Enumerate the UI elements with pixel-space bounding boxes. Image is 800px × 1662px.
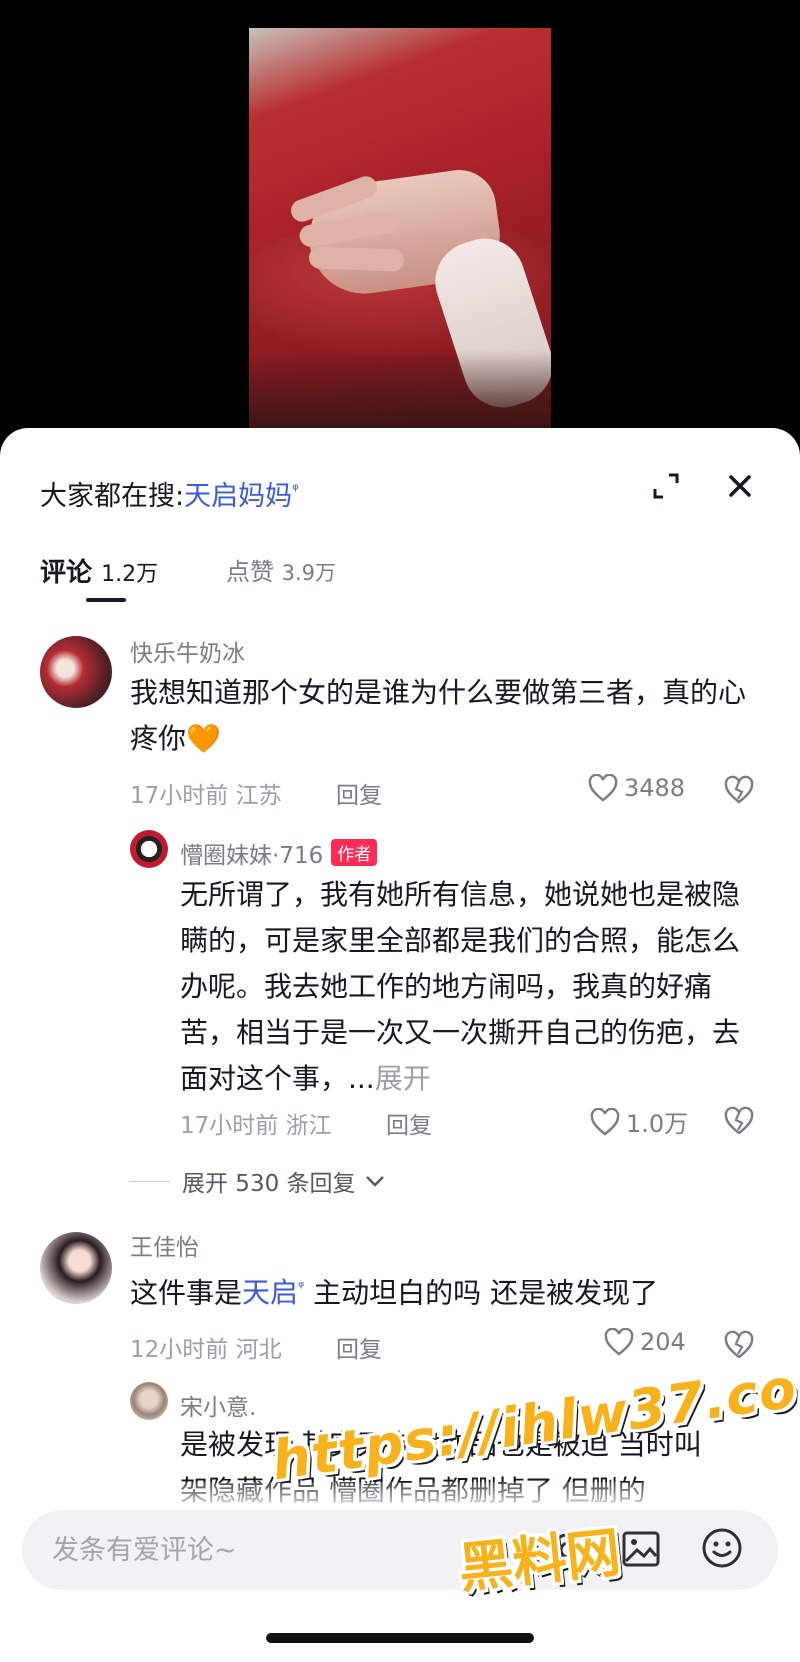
image-icon[interactable] [620, 1528, 662, 1570]
avatar[interactable] [40, 636, 112, 708]
emoji-icon[interactable] [700, 1526, 744, 1570]
avatar[interactable] [40, 1232, 112, 1304]
dislike-icon[interactable] [724, 775, 754, 805]
close-icon[interactable] [724, 470, 756, 502]
comment-text-after: 主动坦白的吗 还是被发现了 [313, 1276, 659, 1310]
comment-text-before: 这件事是 [130, 1276, 243, 1310]
comment-username[interactable]: 快乐牛奶冰 [130, 634, 245, 668]
like-button[interactable]: 1.0万 [590, 1104, 688, 1139]
search-mark-icon: ᵠ [292, 480, 299, 499]
expand-replies-button[interactable]: 展开 530 条回复 [130, 1164, 386, 1198]
tab-likes[interactable]: 点赞 3.9万 [226, 552, 336, 587]
comment-text: 这件事是天启ᵠ 主动坦白的吗 还是被发现了 [130, 1264, 750, 1316]
trending-prefix: 大家都在搜: [40, 481, 185, 512]
tab-active-underline [86, 598, 126, 602]
comment-text: 我想知道那个女的是谁为什么要做第三者，真的心疼你🧡 [130, 670, 750, 762]
tab-comments-label: 评论 [40, 558, 93, 588]
trending-keyword[interactable]: 天启妈妈 [184, 481, 292, 512]
reply-button[interactable]: 回复 [386, 1106, 432, 1140]
like-count: 204 [640, 1328, 686, 1356]
tab-likes-count: 3.9万 [281, 561, 337, 585]
heart-emoji-icon: 🧡 [186, 722, 221, 755]
reply-button[interactable]: 回复 [336, 1330, 382, 1364]
search-mark-icon: ᵠ [298, 1278, 305, 1296]
trending-search[interactable]: 大家都在搜:天启妈妈ᵠ [40, 474, 299, 513]
expand-replies-label: 展开 530 条回复 [182, 1171, 356, 1197]
dislike-icon[interactable] [724, 1106, 754, 1136]
like-button[interactable]: 3488 [588, 774, 685, 802]
like-button[interactable]: 204 [604, 1328, 686, 1356]
scroll-fade [0, 1482, 800, 1512]
reply-text-body: 无所谓了，我有她所有信息，她说她也是被隐瞒的，可是家里全部都是我们的合照，能怎么… [180, 878, 741, 1095]
comment-meta: 12小时前 河北 [130, 1337, 282, 1363]
expand-icon[interactable] [650, 470, 682, 502]
heart-outline-icon [590, 1107, 620, 1136]
video-shadow [249, 350, 551, 430]
reply-text: 无所谓了，我有她所有信息，她说她也是被隐瞒的，可是家里全部都是我们的合照，能怎么… [180, 872, 740, 1102]
comment-input-bar[interactable] [22, 1510, 778, 1590]
tab-comments[interactable]: 评论 1.2万 [40, 552, 158, 589]
home-indicator[interactable] [266, 1633, 534, 1643]
reply-text-line: 是被发现 其实天启发作品也是被迫 当时叫 [180, 1428, 702, 1461]
divider-line [130, 1180, 170, 1182]
like-count: 1.0万 [626, 1110, 689, 1138]
author-badge: 作者 [331, 839, 378, 866]
avatar[interactable] [130, 830, 168, 868]
reply-username[interactable]: 宋小意. [180, 1388, 256, 1422]
reply-username: 懵圈妹妹·716 [180, 843, 324, 869]
topic-link[interactable]: 天启ᵠ [242, 1276, 304, 1309]
avatar[interactable] [130, 1382, 168, 1420]
dislike-icon[interactable] [724, 1330, 754, 1360]
like-count: 3488 [624, 774, 686, 802]
chevron-down-icon [365, 1176, 384, 1187]
tab-comments-count: 1.2万 [101, 562, 159, 587]
reply-button[interactable]: 回复 [336, 776, 382, 810]
expand-more-link[interactable]: 展开 [375, 1062, 431, 1095]
comment-input[interactable] [52, 1530, 432, 1570]
tab-likes-label: 点赞 [226, 558, 274, 586]
comment-username[interactable]: 王佳怡 [130, 1228, 199, 1262]
reply-username-row[interactable]: 懵圈妹妹·716 作者 [180, 836, 378, 870]
heart-outline-icon [604, 1328, 634, 1356]
topic-link-label: 天启 [242, 1276, 299, 1310]
heart-outline-icon [588, 774, 618, 802]
comment-text-body: 我想知道那个女的是谁为什么要做第三者，真的心疼你 [130, 676, 747, 755]
reply-meta: 17小时前 浙江 [180, 1113, 332, 1139]
comment-meta: 17小时前 江苏 [130, 783, 282, 809]
at-icon[interactable] [548, 1530, 588, 1570]
video-frame[interactable] [249, 28, 551, 430]
finger-shape [308, 246, 405, 272]
